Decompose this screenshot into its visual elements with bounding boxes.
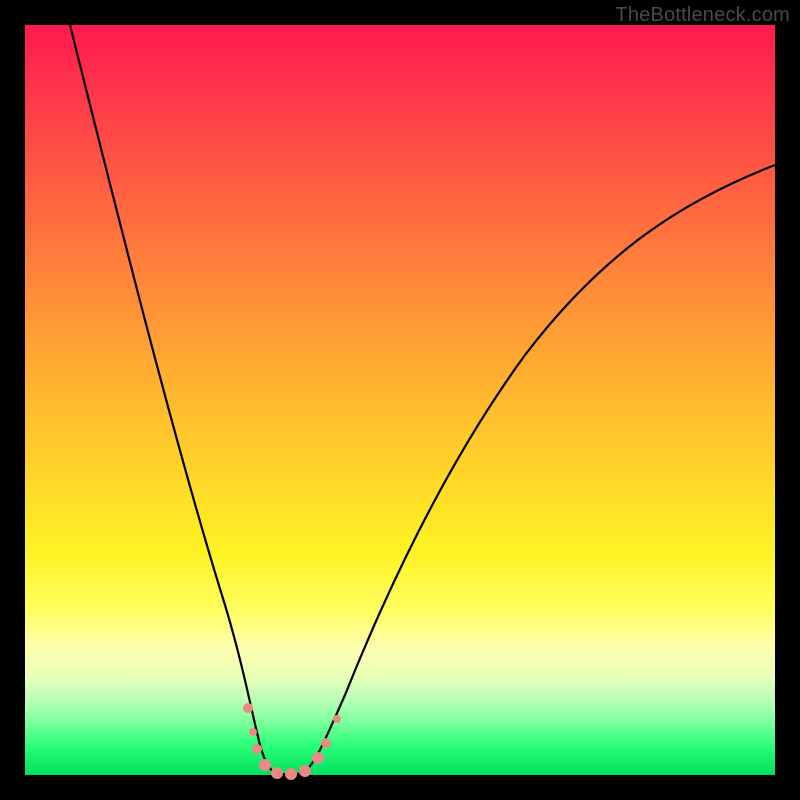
data-marker <box>271 767 283 779</box>
chart-plot-area <box>25 25 775 775</box>
curve-right-branch <box>303 165 775 773</box>
data-marker <box>333 715 341 723</box>
data-marker <box>243 703 253 713</box>
data-marker <box>259 759 271 771</box>
watermark-text: TheBottleneck.com <box>615 4 790 27</box>
data-marker <box>252 744 262 754</box>
data-marker <box>321 738 331 748</box>
data-marker <box>299 765 311 777</box>
bottleneck-curve-svg <box>25 25 775 775</box>
data-marker <box>312 752 324 764</box>
data-marker <box>285 768 297 780</box>
data-marker <box>249 728 257 736</box>
curve-left-branch <box>70 25 275 773</box>
